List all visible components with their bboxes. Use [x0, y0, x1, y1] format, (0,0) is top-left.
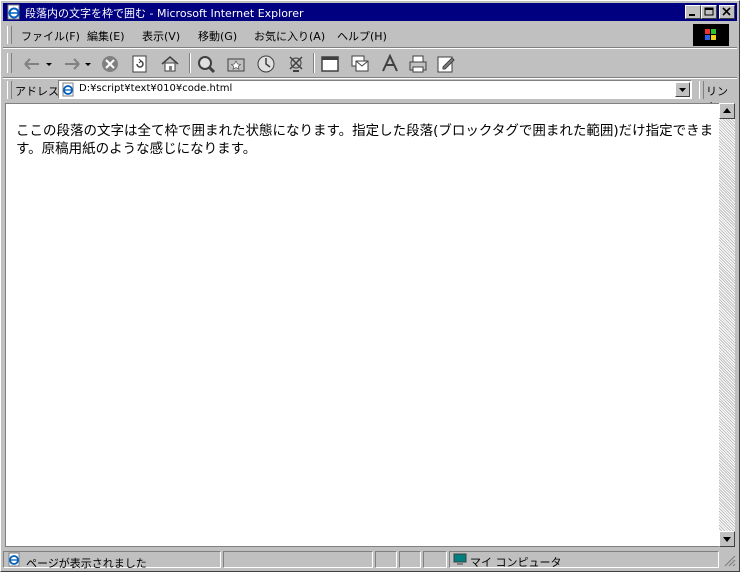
- address-input[interactable]: [79, 83, 639, 94]
- maximize-button[interactable]: [701, 5, 717, 19]
- forward-icon[interactable]: [61, 53, 95, 75]
- resize-grip-icon[interactable]: [723, 554, 736, 570]
- history-icon[interactable]: [255, 53, 277, 75]
- computer-icon: [453, 553, 467, 569]
- menu-favorites[interactable]: お気に入り(A): [254, 28, 325, 44]
- status-bar: ページが表示されました マイ コンピュータ: [3, 550, 737, 570]
- close-button[interactable]: [719, 5, 735, 19]
- search-icon[interactable]: [195, 53, 217, 75]
- title-bar[interactable]: 段落内の文字を枠で囲む - Microsoft Internet Explore…: [3, 3, 737, 21]
- standard-toolbar: [3, 49, 737, 77]
- window-title: 段落内の文字を枠で囲む - Microsoft Internet Explore…: [25, 7, 304, 20]
- status-panel: [223, 551, 373, 568]
- links-grip[interactable]: [699, 81, 704, 99]
- status-panel: [399, 551, 421, 568]
- toolbar-separator: [313, 53, 315, 73]
- status-panel: [423, 551, 447, 568]
- channels-icon[interactable]: [285, 53, 307, 75]
- home-icon[interactable]: [159, 53, 181, 75]
- toolbar-grip[interactable]: [7, 53, 12, 73]
- menu-file[interactable]: ファイル(F): [21, 28, 80, 44]
- menu-view[interactable]: 表示(V): [142, 28, 180, 44]
- menu-bar: ファイル(F) 編集(E) 表示(V) 移動(G) お気に入り(A) ヘルプ(H…: [3, 23, 737, 47]
- menu-help[interactable]: ヘルプ(H): [337, 28, 387, 44]
- status-text: ページが表示されました: [26, 557, 147, 570]
- font-icon[interactable]: [379, 53, 401, 75]
- stop-icon[interactable]: [99, 53, 121, 75]
- status-panel-zone: マイ コンピュータ: [449, 551, 719, 569]
- scroll-up-button[interactable]: [719, 103, 735, 119]
- windows-logo-icon: [693, 24, 729, 46]
- minimize-button[interactable]: [685, 5, 701, 19]
- menu-go[interactable]: 移動(G): [198, 28, 237, 44]
- address-dropdown-button[interactable]: [675, 82, 690, 97]
- ie-page-icon: [6, 4, 22, 20]
- ie-page-icon: [61, 82, 76, 97]
- paragraph-text: ここの段落の文字は全て枠で囲まれた状態になります。指定した段落(ブロックタグで囲…: [16, 123, 714, 157]
- address-grip[interactable]: [7, 81, 12, 99]
- edit-icon[interactable]: [435, 53, 457, 75]
- page-content: ここの段落の文字は全て枠で囲まれた状態になります。指定した段落(ブロックタグで囲…: [5, 103, 719, 547]
- scroll-down-button[interactable]: [719, 531, 735, 547]
- address-field[interactable]: [58, 80, 692, 99]
- menu-edit[interactable]: 編集(E): [87, 28, 125, 44]
- address-bar: アドレス リンク: [3, 79, 737, 114]
- refresh-icon[interactable]: [129, 53, 151, 75]
- status-panel-main: ページが表示されました: [3, 551, 221, 570]
- fullscreen-icon[interactable]: [319, 53, 341, 75]
- mail-icon[interactable]: [349, 53, 371, 75]
- status-panel: [375, 551, 397, 568]
- browser-window: 段落内の文字を枠で囲む - Microsoft Internet Explore…: [0, 0, 740, 572]
- security-zone-text: マイ コンピュータ: [470, 556, 562, 569]
- print-icon[interactable]: [407, 53, 429, 75]
- menu-grip[interactable]: [7, 26, 12, 44]
- address-label: アドレス: [15, 85, 59, 98]
- toolbar-separator: [189, 53, 191, 73]
- ie-page-icon: [7, 552, 22, 570]
- back-icon[interactable]: [21, 53, 55, 75]
- favorites-icon[interactable]: [225, 53, 247, 75]
- vertical-scrollbar[interactable]: [719, 103, 735, 547]
